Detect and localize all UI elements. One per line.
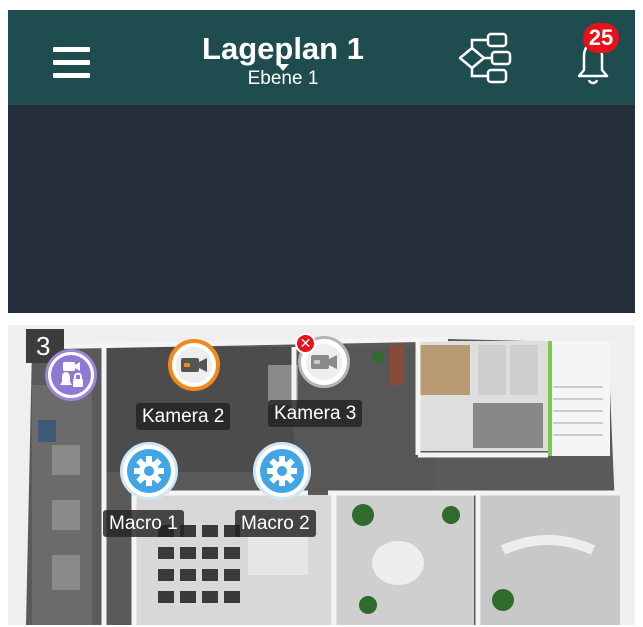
page-title: Lageplan 1: [202, 31, 364, 66]
macro1-label[interactable]: Macro 1: [103, 510, 184, 537]
hierarchy-tree-icon[interactable]: [456, 30, 512, 86]
floorplan-selector[interactable]: Lageplan 1 Ebene 1: [158, 32, 408, 90]
camera-lock-icon: [51, 355, 91, 395]
app-header: Lageplan 1 Ebene 1: [8, 10, 635, 105]
kamera3-label[interactable]: Kamera 3: [268, 400, 363, 427]
level-subtitle: Ebene 1: [158, 64, 408, 90]
gear-icon: [260, 449, 304, 493]
gear-icon: [127, 449, 171, 493]
macro2-label[interactable]: Macro 2: [235, 510, 316, 537]
caret-down-icon: [277, 64, 289, 71]
hamburger-menu-icon[interactable]: [53, 43, 91, 83]
notification-count-badge[interactable]: 25: [583, 23, 619, 53]
macro2-marker[interactable]: [253, 442, 311, 500]
camera-view-area: [8, 105, 635, 313]
macro1-marker[interactable]: [120, 442, 178, 500]
error-x-icon[interactable]: ✕: [295, 333, 316, 354]
floorplan-view[interactable]: 3 Kamera 2 ✕ Kamera 3 Macro 1 Macro 2: [8, 325, 635, 625]
video-camera-icon: [176, 347, 212, 383]
camera-lock-marker[interactable]: [45, 349, 97, 401]
kamera2-label[interactable]: Kamera 2: [136, 403, 231, 430]
kamera2-marker[interactable]: [168, 339, 220, 391]
